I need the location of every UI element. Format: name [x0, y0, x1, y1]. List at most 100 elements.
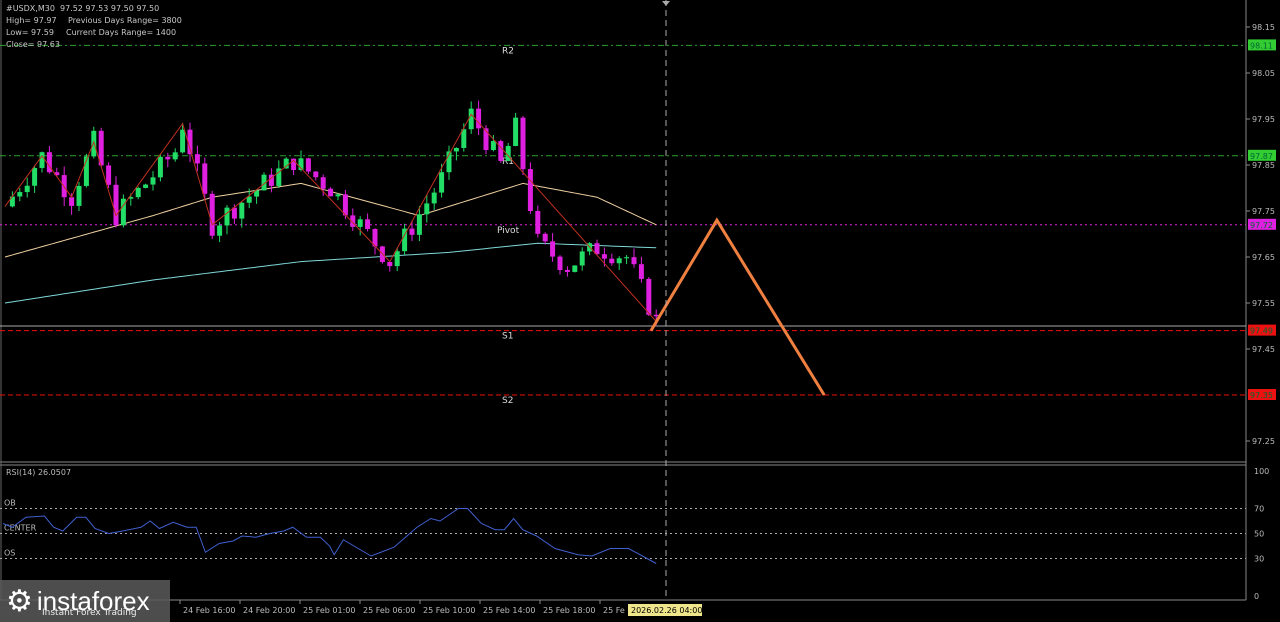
y-tick-label: 97.55: [1252, 299, 1275, 308]
candle-body: [579, 251, 585, 266]
candle-body: [572, 265, 578, 272]
candle-body: [520, 117, 526, 170]
candle-body: [535, 211, 541, 234]
candle-body: [609, 258, 615, 264]
candle-body: [409, 228, 415, 235]
candle-body: [431, 192, 437, 204]
level-name-label: Pivot: [497, 226, 520, 236]
x-tick-label: 25 Feb 14:00: [483, 606, 535, 615]
candle-body: [76, 185, 82, 206]
rsi-axis-label: 100: [1254, 467, 1269, 476]
day-close: Close= 97.63: [6, 40, 60, 49]
level-price-label: 97.49: [1250, 327, 1273, 336]
candle-body: [439, 172, 445, 193]
candle-body: [646, 278, 652, 315]
level-price-label: 97.87: [1250, 152, 1273, 161]
candle-body: [564, 269, 570, 272]
rsi-level-label: OB: [4, 499, 16, 508]
y-tick-label: 97.45: [1252, 345, 1275, 354]
rsi-axis-label: 0: [1254, 592, 1259, 601]
candle-body: [39, 152, 45, 168]
day-low: Low= 97.59: [6, 28, 54, 37]
candle-body: [490, 141, 496, 151]
time-marker-icon: [662, 1, 670, 6]
candle-body: [202, 163, 208, 194]
x-tick-label: 25 Fe: [603, 606, 625, 615]
rsi-label: RSI(14) 26.0507: [6, 468, 71, 477]
rsi-level-label: OS: [4, 549, 15, 558]
candle-body: [424, 203, 430, 215]
candle-body: [468, 108, 474, 130]
candle-body: [305, 158, 311, 172]
candle-body: [527, 169, 533, 212]
rsi-axis-label: 70: [1254, 505, 1264, 514]
candle-body: [542, 233, 548, 242]
candle-body: [365, 219, 371, 230]
candle-body: [239, 202, 245, 219]
candle-body: [113, 184, 119, 226]
candle-body: [335, 194, 341, 197]
rsi-line: [2, 508, 657, 564]
candle-body: [357, 219, 363, 227]
level-price-label: 98.11: [1250, 41, 1273, 50]
current-time-label: 2026.02.26 04:00: [631, 606, 702, 615]
candle-body: [217, 225, 223, 236]
rsi-axis-label: 30: [1254, 555, 1264, 564]
candle-body: [394, 251, 400, 267]
candle-body: [209, 193, 215, 236]
candle-body: [416, 214, 422, 235]
candle-body: [616, 258, 622, 264]
candle-body: [24, 185, 30, 193]
candle-body: [106, 165, 112, 185]
level-price-label: 97.72: [1250, 221, 1273, 230]
forecast-arrow-line: [649, 217, 826, 396]
candle-body: [653, 314, 659, 317]
x-tick-label: 24 Feb 20:00: [243, 606, 295, 615]
candle-body: [143, 184, 149, 188]
candle-body: [135, 187, 141, 198]
y-tick-label: 97.85: [1252, 161, 1275, 170]
candle-body: [69, 197, 75, 206]
candle-body: [320, 177, 326, 189]
x-tick-label: 25 Feb 01:00: [303, 606, 355, 615]
candle-body: [194, 154, 200, 164]
x-tick-label: 24 Feb 16:00: [183, 606, 235, 615]
previous-days-range: Previous Days Range= 3800: [68, 16, 182, 25]
level-name-label: R2: [502, 46, 514, 56]
y-tick-label: 98.15: [1252, 23, 1275, 32]
candle-body: [313, 171, 319, 178]
candle-body: [224, 207, 230, 226]
candle-body: [557, 256, 563, 270]
rsi-axis-label: 50: [1254, 530, 1264, 539]
candle-body: [498, 141, 504, 161]
y-tick-label: 97.25: [1252, 437, 1275, 446]
x-tick-label: 25 Feb 06:00: [363, 606, 415, 615]
candle-body: [638, 264, 644, 279]
instaforex-logo: ⚙ instaforex Instant Forex Trading: [0, 580, 170, 622]
level-name-label: S2: [502, 396, 513, 406]
y-tick-label: 98.05: [1252, 69, 1275, 78]
brand-tagline: Instant Forex Trading: [42, 608, 137, 618]
x-tick-label: 25 Feb 18:00: [543, 606, 595, 615]
candle-body: [631, 257, 637, 265]
candle-body: [461, 129, 467, 148]
x-tick-label: 25 Feb 10:00: [423, 606, 475, 615]
candle-body: [328, 188, 334, 197]
candle-body: [172, 152, 178, 160]
candle-body: [550, 241, 556, 257]
price-chart[interactable]: 98.15 98.05 97.95 97.85 97.75 97.65 97.55 97.45…: [0, 0, 1280, 622]
candle-body: [180, 129, 186, 153]
candle-body: [342, 194, 348, 216]
symbol-line: #USDX,M30 97.52 97.53 97.50 97.50: [6, 4, 160, 13]
level-price-label: 97.35: [1250, 391, 1273, 400]
day-high: High= 97.97: [6, 16, 57, 25]
gear-logo-icon: ⚙: [6, 583, 33, 619]
candle-body: [165, 156, 171, 160]
y-tick-label: 97.65: [1252, 253, 1275, 262]
candle-body: [453, 147, 459, 152]
candle-body: [624, 257, 630, 259]
candle-body: [32, 167, 38, 186]
candle-body: [150, 177, 156, 185]
candle-body: [17, 192, 23, 197]
y-tick-label: 97.95: [1252, 115, 1275, 124]
